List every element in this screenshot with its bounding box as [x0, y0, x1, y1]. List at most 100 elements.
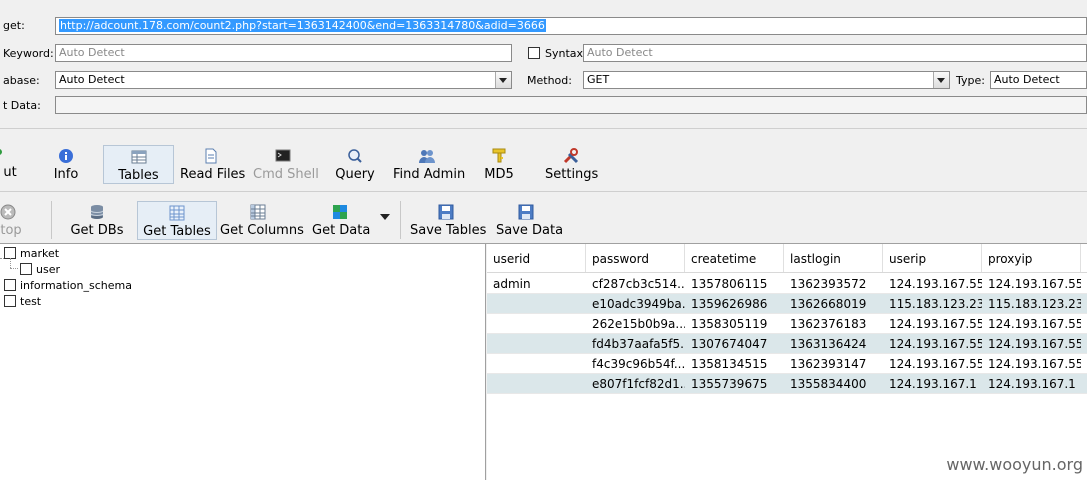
column-header-userid[interactable]: userid	[487, 244, 586, 272]
column-header-userip[interactable]: userip	[883, 244, 982, 272]
chevron-down-icon[interactable]	[495, 72, 511, 88]
table-cell-3[interactable]: 3	[1081, 294, 1087, 314]
table-cell-createtime[interactable]: 1355739675	[685, 374, 784, 394]
tab-query[interactable]: Query	[335, 148, 375, 182]
tab-about[interactable]: ut	[0, 146, 20, 180]
table-cell-proxyip[interactable]: 124.193.167.55	[982, 274, 1081, 294]
tab-find-admin[interactable]: Find Admin	[393, 148, 465, 182]
table-row[interactable]: 262e15b0b9a... 1358305119 1362376183 124.19…	[487, 314, 1087, 334]
table-cell-lastlogin[interactable]: 1362376183	[784, 314, 883, 334]
toolbar-separator	[400, 201, 401, 239]
table-cell-userip[interactable]: 124.193.167.55	[883, 274, 982, 294]
tab-tables-label: Tables	[118, 168, 159, 183]
table-cell-password[interactable]: e10adc3949ba...	[586, 294, 685, 314]
table-grid-icon	[169, 205, 185, 221]
table-cell-userip[interactable]: 124.193.167.55	[883, 314, 982, 334]
table-cell-userid[interactable]	[487, 314, 586, 334]
table-cell-password[interactable]: cf287cb3c514...	[586, 274, 685, 294]
keyword-input[interactable]: Auto Detect	[55, 44, 512, 62]
column-header-password[interactable]: password	[586, 244, 685, 272]
table-cell-lastlogin[interactable]: 1362393572	[784, 274, 883, 294]
table-cell-lastlogin[interactable]: 1355834400	[784, 374, 883, 394]
table-cell-3[interactable]: 0	[1081, 334, 1087, 354]
tree-node-market[interactable]: market	[4, 247, 59, 260]
table-cell-lastlogin[interactable]: 1362668019	[784, 294, 883, 314]
stop-button[interactable]: top	[0, 204, 22, 238]
get-data-button[interactable]: Get Data	[312, 204, 370, 238]
tree-checkbox[interactable]	[4, 279, 16, 291]
table-cell-createtime[interactable]: 1359626986	[685, 294, 784, 314]
table-cell-proxyip[interactable]: 124.193.167.55	[982, 314, 1081, 334]
table-row[interactable]: e807f1fcf82d1... 1355739675 1355834400 124.…	[487, 374, 1087, 394]
table-cell-password[interactable]: e807f1fcf82d1...	[586, 374, 685, 394]
column-header-extra[interactable]: 3	[1081, 244, 1087, 272]
tab-md5[interactable]: MD5	[483, 148, 515, 182]
stop-icon	[0, 204, 16, 220]
target-url-input[interactable]: http://adcount.178.com/count2.php?start=…	[55, 17, 1087, 35]
get-data-dropdown-icon[interactable]	[380, 214, 390, 220]
table-cell-userid[interactable]	[487, 294, 586, 314]
table-row[interactable]: e10adc3949ba... 1359626986 1362668019 115.1…	[487, 294, 1087, 314]
column-header-proxyip[interactable]: proxyip	[982, 244, 1081, 272]
table-cell-createtime[interactable]: 1307674047	[685, 334, 784, 354]
tab-md5-label: MD5	[484, 167, 514, 182]
table-cell-proxyip[interactable]: 124.193.167.55	[982, 354, 1081, 374]
save-tables-button[interactable]: Save Tables	[410, 204, 486, 238]
tab-settings[interactable]: Settings	[545, 148, 598, 182]
postdata-input[interactable]	[55, 96, 1087, 114]
tab-read-files[interactable]: Read Files	[180, 148, 245, 182]
table-cell-userid[interactable]: admin	[487, 274, 586, 294]
table-cell-createtime[interactable]: 1357806115	[685, 274, 784, 294]
table-cell-proxyip[interactable]: 115.183.123.23	[982, 294, 1081, 314]
tab-cmd-shell[interactable]: Cmd Shell	[253, 148, 319, 182]
table-cell-password[interactable]: 262e15b0b9a...	[586, 314, 685, 334]
tree-checkbox[interactable]	[4, 295, 16, 307]
table-cell-userid[interactable]	[487, 354, 586, 374]
table-cell-userip[interactable]: 124.193.167.55	[883, 354, 982, 374]
table-cell-createtime[interactable]: 1358134515	[685, 354, 784, 374]
table-cell-lastlogin[interactable]: 1363136424	[784, 334, 883, 354]
data-grid[interactable]: userid password createtime lastlogin use…	[487, 244, 1087, 480]
tab-about-label: ut	[3, 165, 17, 180]
method-select[interactable]: GET	[583, 71, 950, 89]
divider	[0, 128, 1087, 129]
table-cell-proxyip[interactable]: 124.193.167.55	[982, 334, 1081, 354]
table-cell-userip[interactable]: 124.193.167.55	[883, 334, 982, 354]
syntax-checkbox[interactable]	[528, 47, 540, 59]
get-dbs-button[interactable]: Get DBs	[70, 204, 124, 238]
table-row[interactable]: admin cf287cb3c514... 1357806115 1362393572…	[487, 274, 1087, 294]
tree-node-information-schema[interactable]: information_schema	[4, 279, 132, 292]
table-row[interactable]: fd4b37aafa5f5... 1307674047 1363136424 124.…	[487, 334, 1087, 354]
save-data-button[interactable]: Save Data	[496, 204, 563, 238]
tree-node-test[interactable]: test	[4, 295, 41, 308]
database-select[interactable]: Auto Detect	[55, 71, 512, 89]
table-cell-userid[interactable]	[487, 374, 586, 394]
columns-icon	[250, 204, 266, 220]
tab-info[interactable]: Info	[50, 148, 82, 182]
chevron-down-icon[interactable]	[933, 72, 949, 88]
get-tables-button[interactable]: Get Tables	[137, 201, 217, 240]
syntax-input[interactable]: Auto Detect	[583, 44, 1087, 62]
table-cell-userip[interactable]: 115.183.123.23	[883, 294, 982, 314]
table-cell-userid[interactable]	[487, 334, 586, 354]
tree-checkbox[interactable]	[20, 263, 32, 275]
table-cell-proxyip[interactable]: 124.193.167.1	[982, 374, 1081, 394]
table-cell-lastlogin[interactable]: 1362393147	[784, 354, 883, 374]
table-row[interactable]: f4c39c96b54f... 1358134515 1362393147 124.1…	[487, 354, 1087, 374]
get-columns-button[interactable]: Get Columns	[220, 204, 304, 238]
table-cell-3[interactable]: 3	[1081, 354, 1087, 374]
type-select[interactable]: Auto Detect	[990, 71, 1087, 89]
column-header-lastlogin[interactable]: lastlogin	[784, 244, 883, 272]
table-cell-password[interactable]: fd4b37aafa5f5...	[586, 334, 685, 354]
tree-node-user[interactable]: user	[20, 263, 60, 276]
table-cell-3[interactable]: 3	[1081, 374, 1087, 394]
column-header-createtime[interactable]: createtime	[685, 244, 784, 272]
table-cell-3[interactable]: 3	[1081, 274, 1087, 294]
table-cell-userip[interactable]: 124.193.167.1	[883, 374, 982, 394]
tab-tables[interactable]: Tables	[103, 145, 174, 184]
table-cell-password[interactable]: f4c39c96b54f...	[586, 354, 685, 374]
database-tree[interactable]: market user information_schema test	[0, 244, 486, 480]
database-label: abase:	[3, 74, 40, 87]
table-cell-3[interactable]: 3	[1081, 314, 1087, 334]
table-cell-createtime[interactable]: 1358305119	[685, 314, 784, 334]
